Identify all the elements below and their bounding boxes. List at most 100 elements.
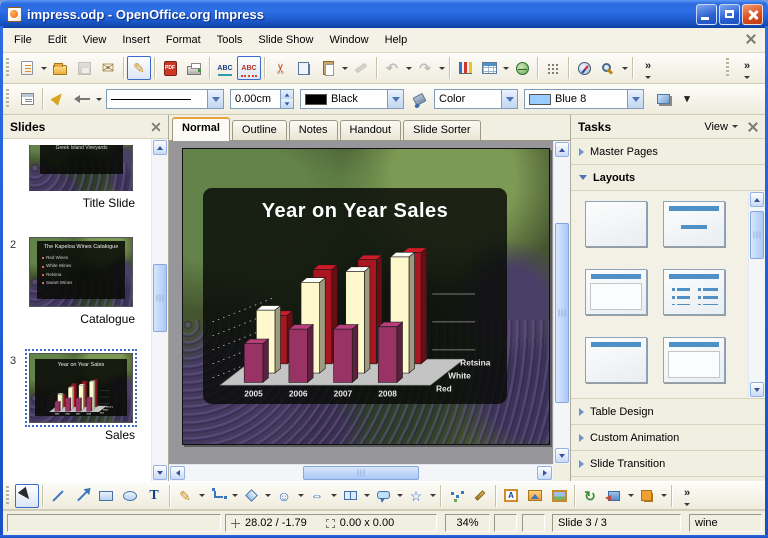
stars-button[interactable]: ☆ [404,484,428,508]
display-grid-button[interactable] [541,56,565,80]
tasks-view-menu[interactable]: View [704,121,758,133]
menu-help[interactable]: Help [377,30,416,50]
block-arrows-button[interactable]: ⇔ [305,484,329,508]
edit-points-mode-button[interactable] [46,87,70,111]
arrange-button[interactable] [635,484,659,508]
line-width-down-button[interactable] [281,99,293,108]
layout-title-two-content[interactable] [663,269,725,315]
tab-normal[interactable]: Normal [172,117,230,141]
tasks-panel-close-icon[interactable] [748,122,758,132]
section-custom-animation[interactable]: Custom Animation [571,425,765,451]
layouts-scrollbar[interactable] [748,191,765,398]
title-bar[interactable]: impress.odp - OpenOffice.org Impress [0,0,768,28]
spellcheck-button[interactable]: ABC [213,56,237,80]
connector-dropdown-arrow[interactable] [230,484,239,508]
text-button[interactable]: T [142,484,166,508]
scroll-up-button[interactable] [555,142,569,157]
slide-item-1[interactable]: Fine wines fromGreek Island VineyardsTit… [3,139,151,231]
zoom-dropdown-arrow[interactable] [620,56,629,80]
redo-dropdown-arrow[interactable] [437,56,446,80]
from-file-button[interactable] [523,484,547,508]
symbol-shapes-button[interactable]: ☺ [272,484,296,508]
block-arrows-dropdown-arrow[interactable] [329,484,338,508]
section-layouts[interactable]: Layouts [571,165,765,191]
menu-format[interactable]: Format [158,30,209,50]
glue-points-button[interactable] [468,484,492,508]
line-color-dropdown-button[interactable] [387,90,403,108]
tab-handout[interactable]: Handout [340,120,402,140]
scroll-right-button[interactable] [537,466,552,480]
scroll-down-button[interactable] [555,448,569,463]
slide-item-2[interactable]: 2The Kapeloa Wines CatalogueRed WinesWhi… [3,231,151,347]
ellipse-button[interactable] [118,484,142,508]
paste-dropdown-arrow[interactable] [340,56,349,80]
copy-button[interactable] [292,56,316,80]
hyperlink-button[interactable] [510,56,534,80]
toolbar-drag-handle[interactable] [6,58,11,78]
arrow-style-dropdown-arrow[interactable] [94,87,103,111]
status-zoom-field[interactable]: 34% [445,514,490,532]
scroll-up-button[interactable] [750,192,764,207]
document-close-icon[interactable] [746,34,756,47]
layout-title-subtitle[interactable] [663,201,725,247]
slide-thumbnail[interactable]: Fine wines fromGreek Island Vineyards [29,145,133,191]
curve-dropdown-arrow[interactable] [197,484,206,508]
workspace-horizontal-scrollbar[interactable] [169,464,553,481]
arrange-dropdown-arrow[interactable] [659,484,668,508]
cut-button[interactable]: ✂ [268,56,292,80]
print-button[interactable] [182,56,206,80]
paste-button[interactable] [316,56,340,80]
minimize-button[interactable] [696,4,717,25]
undo-dropdown-arrow[interactable] [404,56,413,80]
rectangle-button[interactable] [94,484,118,508]
tab-notes[interactable]: Notes [289,120,338,140]
slide-canvas[interactable]: Year on Year Sales 2005200620072008RedWh… [182,148,550,445]
rotate-button[interactable]: ↻ [578,484,602,508]
scrollbar-thumb[interactable] [750,211,764,259]
tab-outline[interactable]: Outline [232,120,287,140]
fill-color-dropdown-button[interactable] [627,90,643,108]
styles-and-formatting-button[interactable] [15,87,39,111]
insert-chart-button[interactable] [453,56,477,80]
zoom-button[interactable] [596,56,620,80]
menu-file[interactable]: File [6,30,40,50]
line-ends-arrow-button[interactable] [70,484,94,508]
navigator-button[interactable] [572,56,596,80]
line-style-dropdown-button[interactable] [207,90,223,108]
slides-scrollbar[interactable] [151,139,168,481]
menu-tools[interactable]: Tools [209,30,251,50]
line-width-value[interactable]: 0.00cm [231,93,280,105]
curve-button[interactable]: ✎ [173,484,197,508]
presentation-overflow-button[interactable]: » [735,56,759,80]
menu-edit[interactable]: Edit [40,30,75,50]
maximize-button[interactable] [719,4,740,25]
menu-insert[interactable]: Insert [114,30,158,50]
scrollbar-thumb[interactable] [555,223,569,403]
scroll-up-button[interactable] [153,140,167,155]
new-dropdown-arrow[interactable] [39,56,48,80]
flowchart-button[interactable] [338,484,362,508]
slide-item-3[interactable]: 3Year on Year Sales2005200620072008RedWh… [3,347,151,463]
export-pdf-button[interactable]: PDF [158,56,182,80]
line-button[interactable] [46,484,70,508]
toolbar-options-button[interactable]: ▾ [675,87,699,111]
arrow-style-button[interactable] [70,87,94,111]
fontwork-gallery-button[interactable]: A [499,484,523,508]
layout-title-only[interactable] [585,337,647,383]
line-color-combo[interactable]: Black [300,89,404,109]
gallery-button[interactable] [547,484,571,508]
layout-title-content[interactable] [585,269,647,315]
layout-title-frame[interactable] [663,337,725,383]
line-style-combo[interactable] [106,89,224,109]
menu-slide-show[interactable]: Slide Show [250,30,321,50]
insert-table-button[interactable] [477,56,501,80]
slide-thumbnail[interactable]: The Kapeloa Wines CatalogueRed WinesWhit… [29,237,133,307]
line-width-field[interactable]: 0.00cm [230,89,294,109]
fill-style-combo[interactable]: Color [434,89,518,109]
close-button[interactable] [742,4,763,25]
status-position-field[interactable]: 28.02 / -1.79 0.00 x 0.00 [225,514,437,532]
menu-view[interactable]: View [75,30,115,50]
slide-thumbnail[interactable]: Year on Year Sales2005200620072008RedWhi… [29,353,133,423]
line-toolbar-drag-handle[interactable] [6,89,11,109]
menu-window[interactable]: Window [321,30,376,50]
